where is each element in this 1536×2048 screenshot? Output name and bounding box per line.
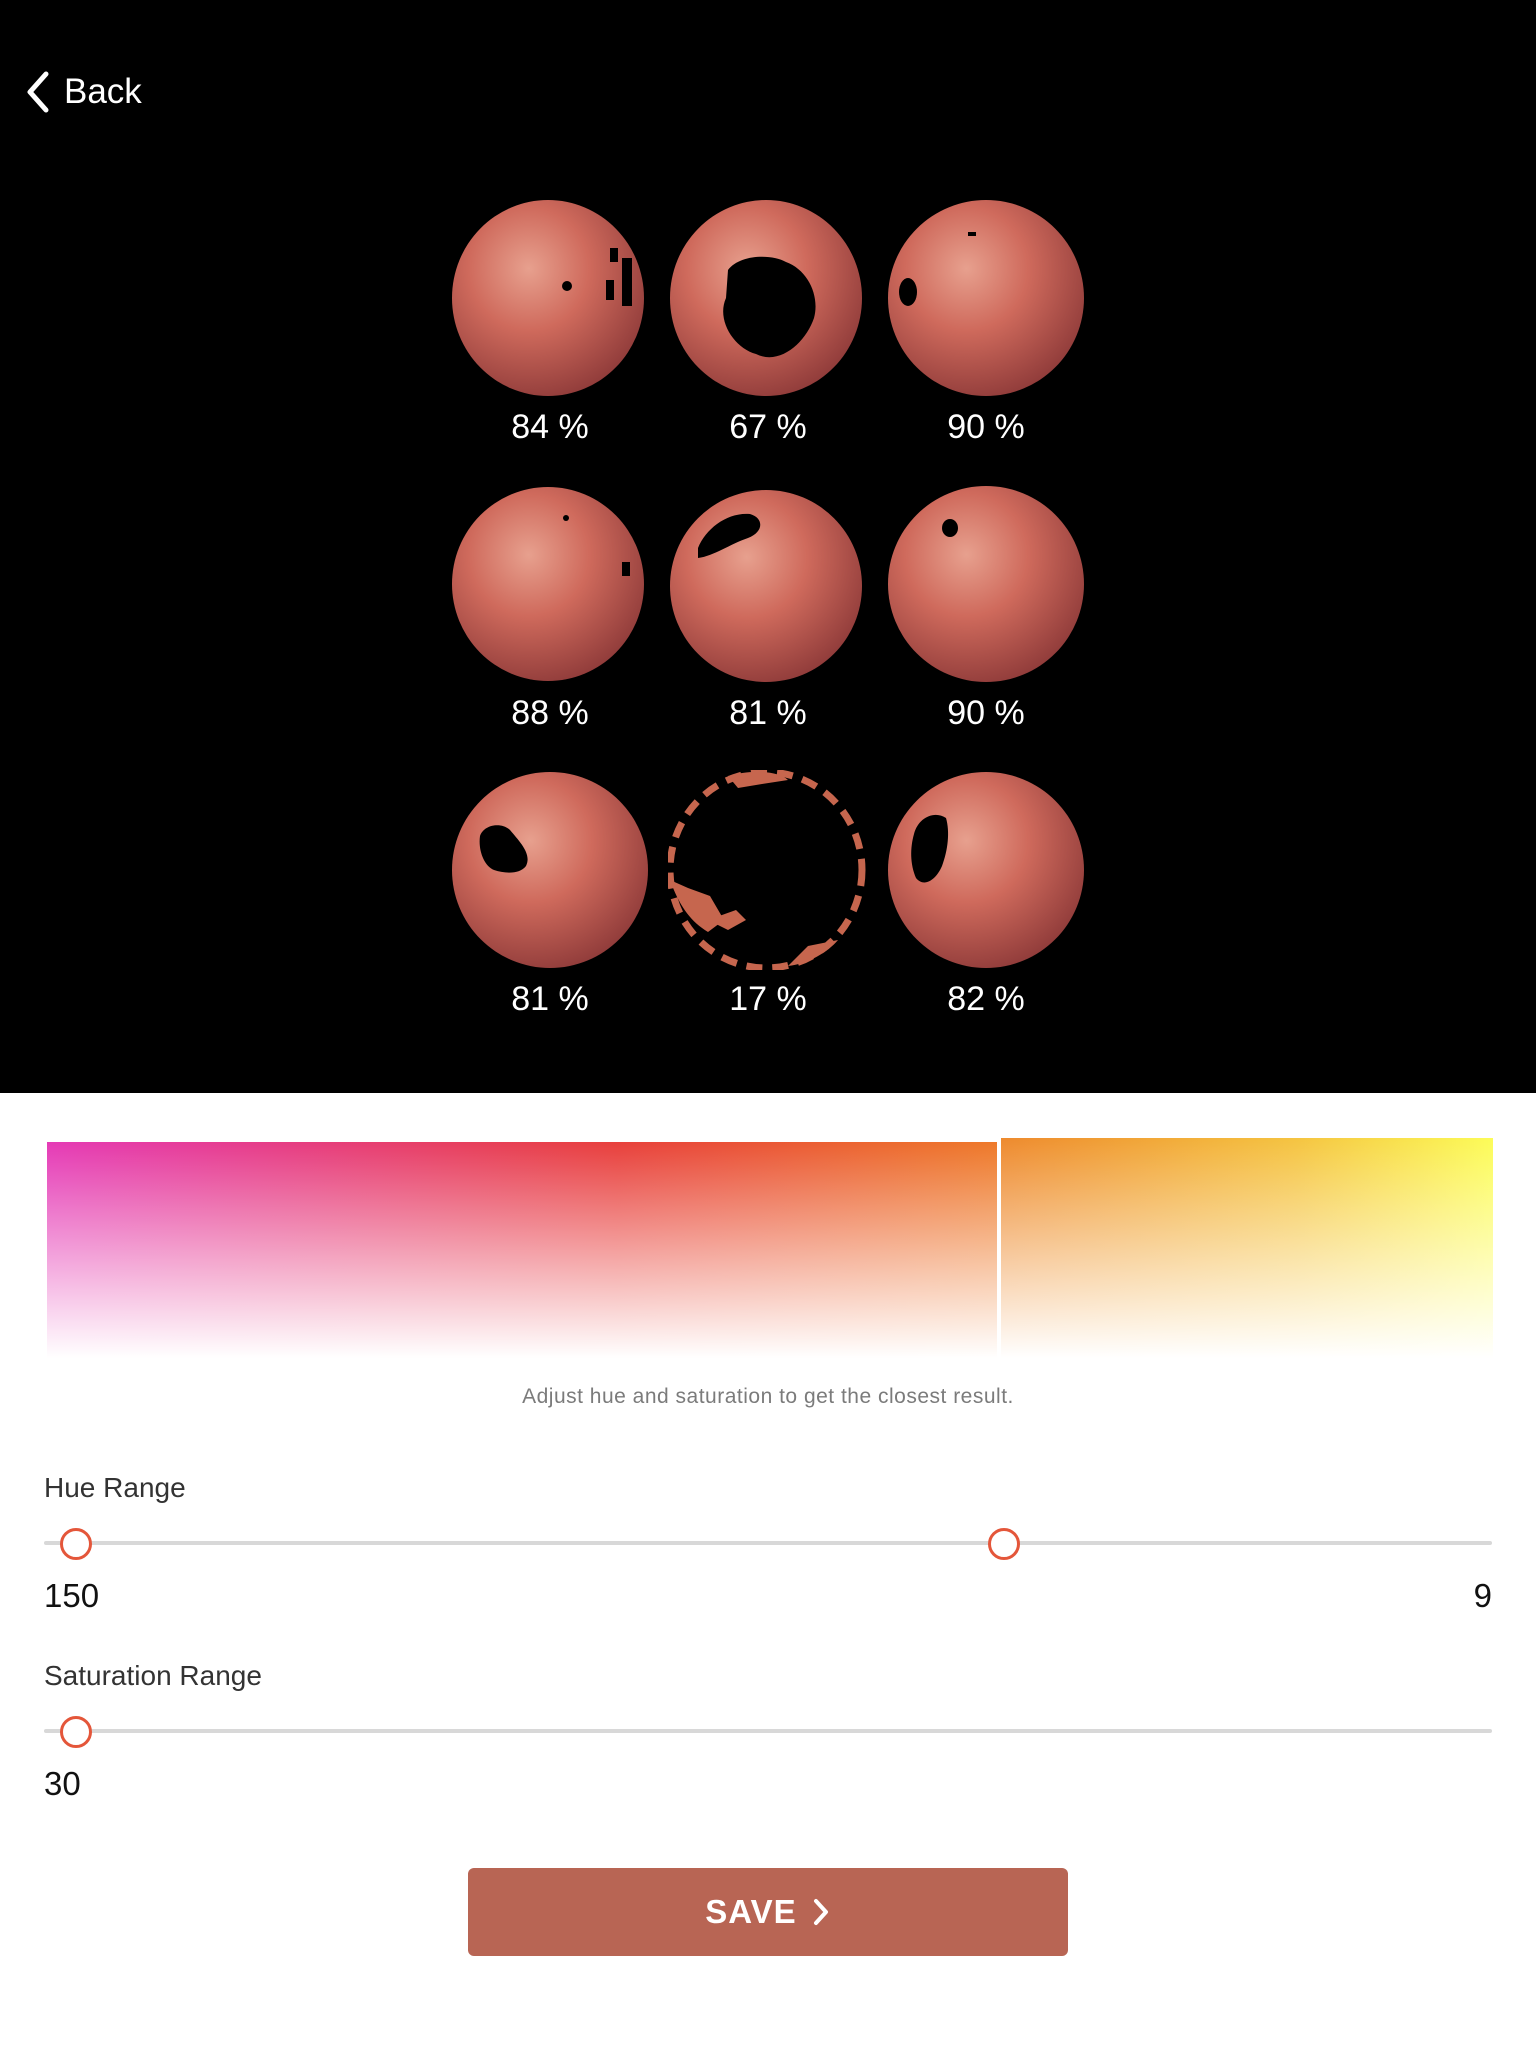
sample-item: 67 % <box>668 198 868 478</box>
saturation-value: 30 <box>44 1765 81 1802</box>
sample-percent: 81 % <box>511 980 589 1018</box>
apple-sample-image <box>888 486 1084 682</box>
sample-item: 81 % <box>450 770 650 1050</box>
sample-results-panel: Back 84 % 67 % 90 % 88 % 81 % 90 % 81 % … <box>0 0 1536 1093</box>
sample-item: 88 % <box>450 484 650 764</box>
apple-sample-image <box>670 490 862 682</box>
sample-percent: 82 % <box>947 980 1025 1018</box>
color-range-preview <box>47 1138 1493 1358</box>
hue-range-slider[interactable] <box>44 1523 1492 1563</box>
chevron-left-icon <box>27 71 49 113</box>
chevron-right-icon <box>813 1899 828 1925</box>
sample-percent: 17 % <box>729 980 807 1018</box>
back-button[interactable]: Back <box>22 68 142 116</box>
hue-min-value: 150 <box>44 1577 100 1614</box>
hue-gradient-high <box>1001 1138 1493 1358</box>
apple-sample-image <box>670 200 862 396</box>
saturation-range-slider[interactable] <box>44 1711 1492 1751</box>
apple-sample-image <box>888 200 1084 396</box>
back-label: Back <box>64 72 142 111</box>
save-label: SAVE <box>705 1893 797 1930</box>
apple-sample-image <box>452 487 644 681</box>
sample-percent: 81 % <box>729 694 807 732</box>
sample-percent: 90 % <box>947 408 1025 446</box>
sample-percent: 67 % <box>729 408 807 446</box>
hue-max-value: 9 <box>1473 1577 1492 1614</box>
sample-item: 82 % <box>886 770 1086 1050</box>
hue-min-thumb[interactable] <box>59 1528 92 1560</box>
save-button[interactable]: SAVE <box>468 1868 1068 1956</box>
apple-sample-image <box>888 772 1084 968</box>
apple-sample-image <box>452 200 644 396</box>
sample-item: 90 % <box>886 484 1086 764</box>
sample-item: 84 % <box>450 198 650 478</box>
apple-sample-image <box>452 772 648 968</box>
sample-percent: 90 % <box>947 694 1025 732</box>
saturation-slider-track[interactable] <box>44 1729 1492 1733</box>
saturation-thumb[interactable] <box>59 1716 92 1748</box>
adjust-hint: Adjust hue and saturation to get the clo… <box>522 1385 1014 1408</box>
hue-slider-track[interactable] <box>44 1541 1492 1545</box>
sample-percent: 88 % <box>511 694 589 732</box>
sample-item: 90 % <box>886 198 1086 478</box>
hue-gradient-low <box>47 1142 997 1358</box>
sample-percent: 84 % <box>511 408 589 446</box>
hue-max-thumb[interactable] <box>988 1528 1021 1560</box>
sample-item: 81 % <box>668 484 868 764</box>
hue-range-label: Hue Range <box>44 1472 186 1503</box>
sample-item: 17 % <box>668 770 868 1050</box>
apple-sample-image <box>668 770 866 970</box>
saturation-range-label: Saturation Range <box>44 1660 262 1691</box>
